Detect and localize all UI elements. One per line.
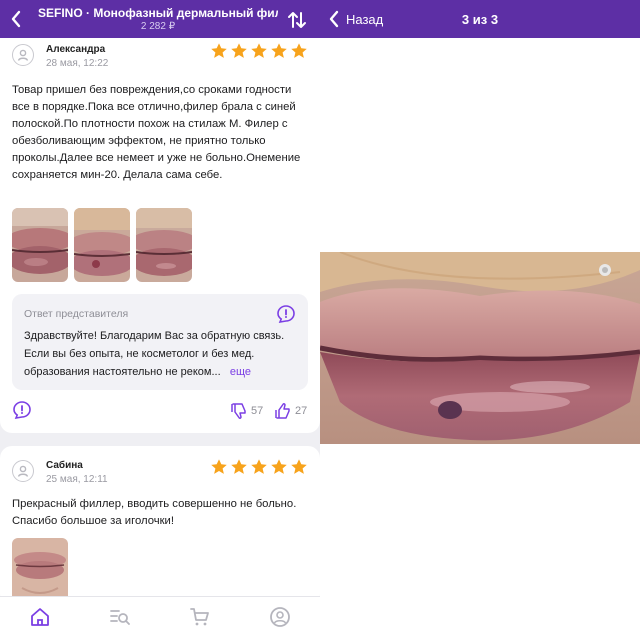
answer-text: Здравствуйте! Благодарим Вас за обратную… — [24, 330, 285, 378]
report-button[interactable] — [12, 400, 32, 420]
review-date: 28 мая, 12:22 — [46, 58, 109, 69]
home-icon — [31, 608, 49, 626]
review-photo[interactable] — [74, 208, 130, 282]
cart-icon — [190, 608, 209, 626]
star-icon — [251, 43, 267, 58]
viewer-top-bar: 3 из 3 Назад — [320, 0, 640, 38]
chevron-left-icon — [329, 10, 339, 28]
review-card: Сабина 25 мая, 12:11 Прекрасный филлер, … — [0, 446, 320, 606]
lips-photo-thumb — [136, 208, 192, 282]
exclamation-bubble-icon — [13, 401, 31, 420]
nav-cart[interactable] — [188, 605, 212, 629]
product-price: 2 282 ₽ — [140, 21, 176, 32]
thumbs-down-icon — [231, 403, 246, 419]
star-icon — [211, 459, 227, 474]
back-button[interactable] — [6, 8, 26, 30]
avatar — [12, 460, 34, 482]
avatar — [12, 44, 34, 66]
sort-icon — [288, 12, 306, 28]
profile-icon — [270, 607, 290, 627]
more-link[interactable]: еще — [230, 366, 251, 378]
review-date: 25 мая, 12:11 — [46, 474, 108, 485]
user-icon — [17, 49, 29, 61]
like-count: 27 — [295, 405, 308, 417]
exclamation-bubble-icon — [277, 305, 295, 324]
review-photo[interactable] — [12, 208, 68, 282]
user-icon — [17, 465, 29, 477]
star-icon — [251, 459, 267, 474]
catalog-search-icon — [110, 610, 130, 625]
review-text: Прекрасный филлер, вводить совершенно не… — [12, 498, 297, 527]
viewer-back-button[interactable] — [328, 10, 344, 28]
product-title: SEFINO · Монофазный дермальный фил... — [38, 6, 278, 20]
chevron-left-icon — [11, 10, 21, 28]
lips-photo — [320, 252, 640, 444]
star-icon — [291, 43, 307, 58]
reviews-screen: SEFINO · Монофазный дермальный фил... 2 … — [0, 0, 320, 640]
photo-viewer-screen: 3 из 3 Назад — [320, 0, 640, 640]
rating-stars — [210, 42, 308, 60]
thumbs-up-icon — [275, 403, 290, 419]
like-button[interactable]: 27 — [274, 402, 307, 420]
review-photo[interactable] — [136, 208, 192, 282]
top-bar: SEFINO · Монофазный дермальный фил... 2 … — [0, 0, 320, 38]
dislike-button[interactable]: 57 — [230, 402, 263, 420]
answer-report-button[interactable] — [276, 304, 296, 324]
nav-profile[interactable] — [268, 605, 292, 629]
dislike-count: 57 — [251, 405, 264, 417]
sort-button[interactable] — [286, 9, 308, 31]
star-icon — [271, 459, 287, 474]
star-icon — [291, 459, 307, 474]
answer-title: Ответ представителя — [24, 308, 129, 320]
lips-photo-thumb — [74, 208, 130, 282]
star-icon — [231, 43, 247, 58]
rating-stars — [210, 458, 308, 476]
nav-catalog[interactable] — [108, 605, 132, 629]
review-card: Александра 28 мая, 12:22 Товар пришел бе… — [0, 38, 320, 433]
seller-answer: Ответ представителя Здравствуйте! Благод… — [12, 294, 308, 390]
nav-home[interactable] — [28, 605, 52, 629]
review-author: Александра — [46, 44, 106, 55]
star-icon — [271, 43, 287, 58]
star-icon — [231, 459, 247, 474]
viewer-back-label[interactable]: Назад — [346, 12, 383, 27]
review-text: Товар пришел без повреждения,со сроками … — [12, 84, 301, 181]
lips-photo-thumb — [12, 208, 68, 282]
review-photo-large[interactable] — [320, 252, 640, 444]
star-icon — [211, 43, 227, 58]
bottom-navigation — [0, 596, 320, 640]
review-author: Сабина — [46, 460, 83, 471]
